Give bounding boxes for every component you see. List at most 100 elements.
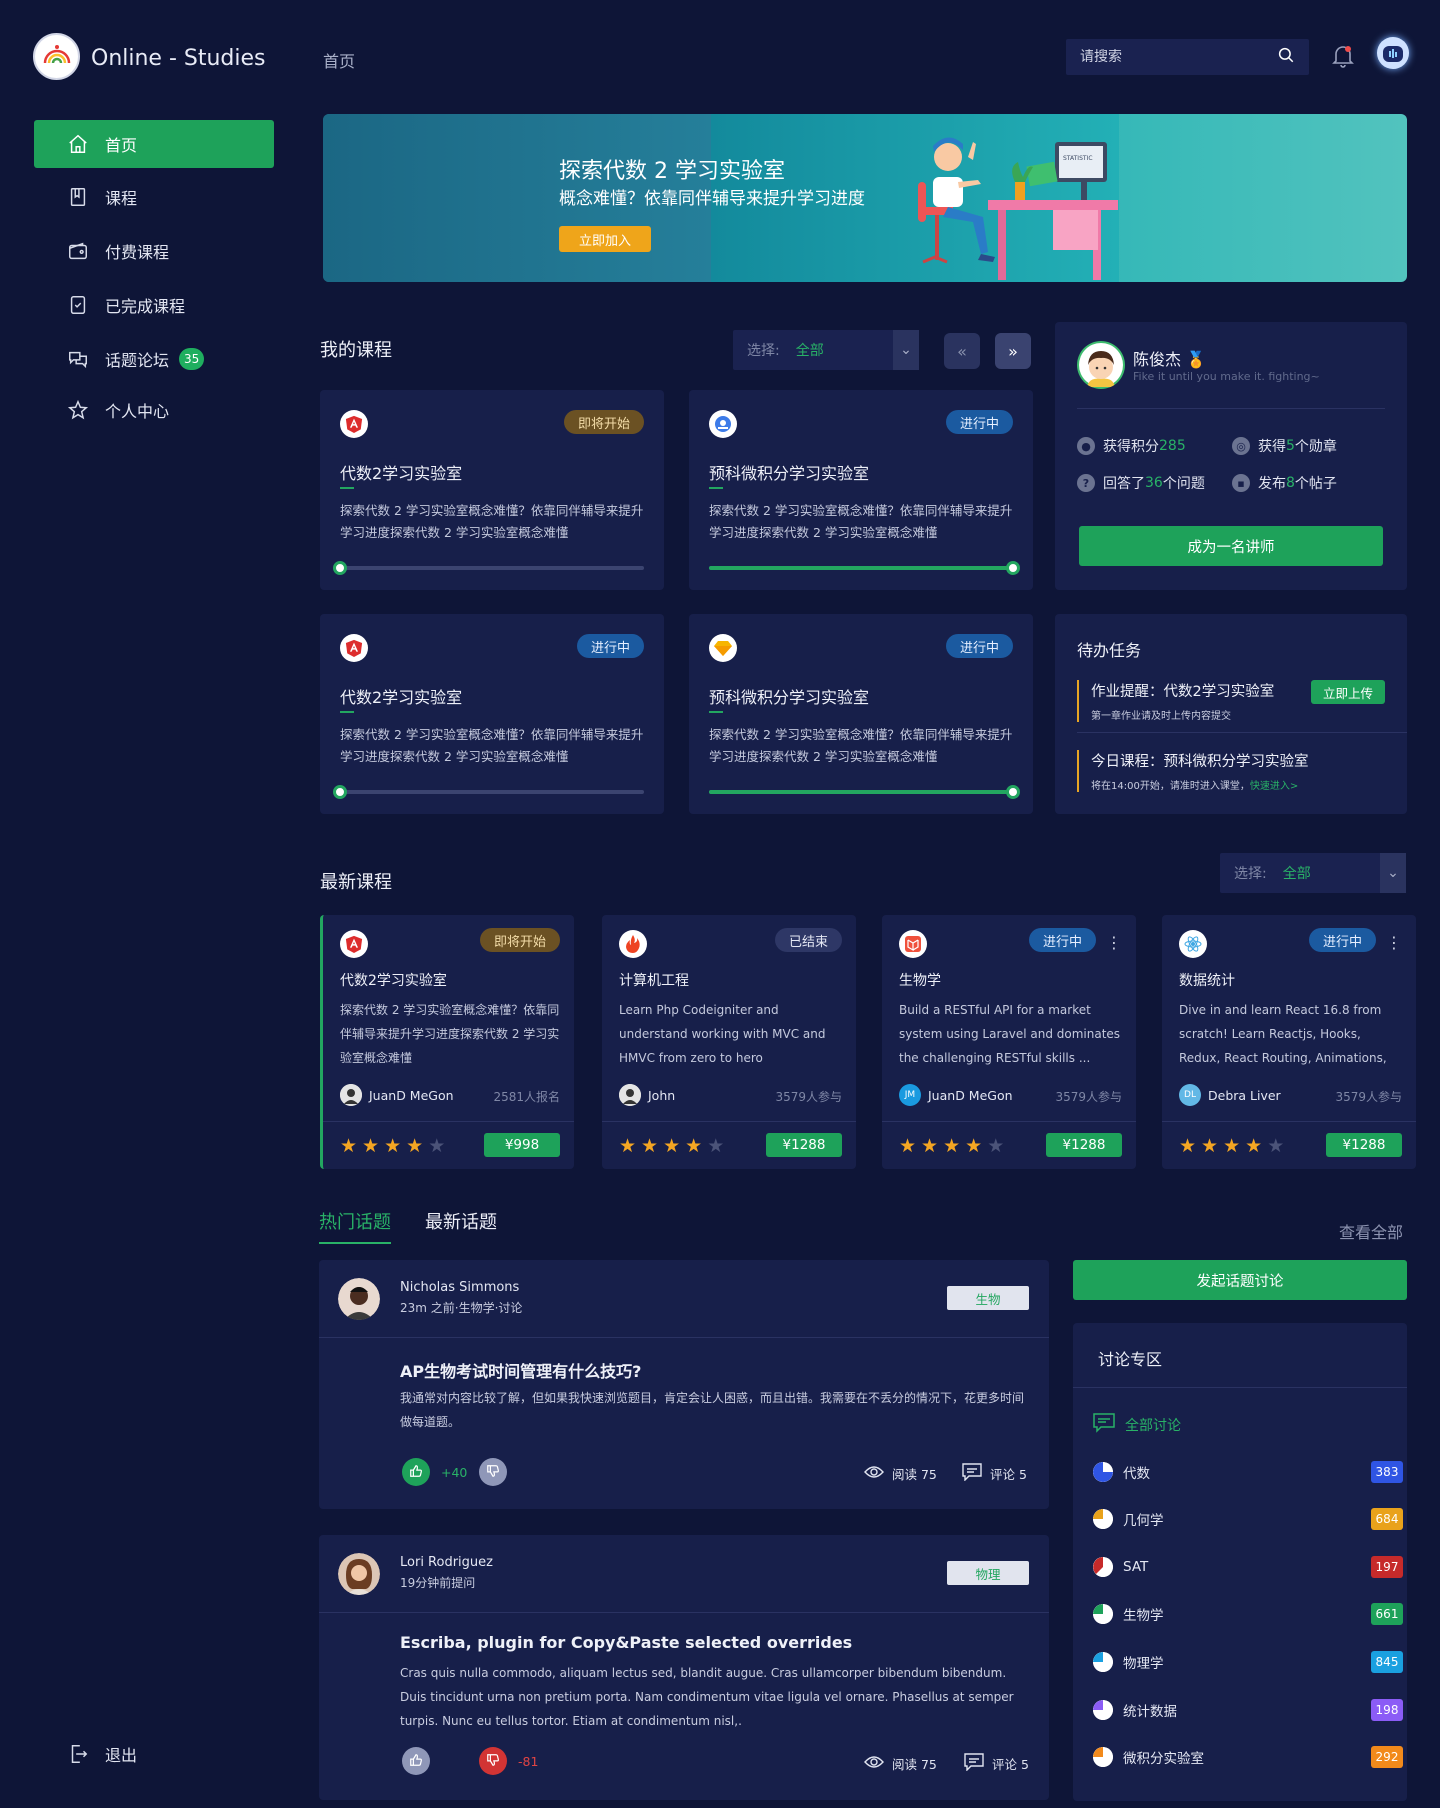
bell-icon[interactable] xyxy=(1332,44,1354,72)
todo-item[interactable]: 作业提醒：代数2学习实验室 第一章作业请及时上传内容提交 xyxy=(1077,680,1274,722)
category-item[interactable]: 微积分实验室 292 xyxy=(1093,1746,1403,1768)
author-name: JuanD MeGon xyxy=(928,1087,1013,1103)
category-item[interactable]: 生物学 661 xyxy=(1093,1603,1403,1625)
chevron-down-icon[interactable]: ⌄ xyxy=(1380,853,1406,893)
new-courses-filter[interactable]: 选择: 全部 ⌄ xyxy=(1220,853,1406,893)
app-logo[interactable] xyxy=(33,33,80,80)
my-courses-filter[interactable]: 选择: 全部 ⌄ xyxy=(733,330,919,370)
post-title[interactable]: Escriba, plugin for Copy&Paste selected … xyxy=(400,1633,852,1652)
topic-post[interactable]: Lori Rodriguez 19分钟前提问 物理 Escriba, plugi… xyxy=(319,1535,1049,1800)
upvote-button[interactable] xyxy=(402,1458,430,1486)
next-page-button[interactable]: » xyxy=(995,333,1031,369)
progress-bar[interactable] xyxy=(709,561,1020,575)
author-avatar[interactable]: DL xyxy=(1179,1084,1201,1106)
downvote-button[interactable] xyxy=(479,1747,507,1775)
posts-value: 8 xyxy=(1286,475,1295,491)
sidebar-item-label: 话题论坛 xyxy=(105,351,170,370)
logout-button[interactable]: 退出 xyxy=(34,1730,274,1778)
join-now-button[interactable]: 立即加入 xyxy=(559,226,651,252)
sidebar-item-paid-courses[interactable]: 付费课程 xyxy=(34,227,274,275)
profile-name: 陈俊杰 xyxy=(1133,350,1182,369)
sidebar-item-label: 付费课程 xyxy=(105,243,170,262)
course-title: 预科微积分学习实验室 xyxy=(709,464,870,483)
chat-icon xyxy=(66,347,90,371)
category-item[interactable]: 统计数据 198 xyxy=(1093,1699,1403,1721)
profile-avatar[interactable] xyxy=(1077,341,1125,389)
search-input[interactable] xyxy=(1080,49,1260,65)
progress-bar[interactable] xyxy=(709,785,1020,799)
filter-value: 全部 xyxy=(795,343,824,359)
sidebar-item-completed[interactable]: 已完成课程 xyxy=(34,281,274,329)
category-item[interactable]: 物理学 845 xyxy=(1093,1651,1403,1673)
comment-count[interactable]: 评论 5 xyxy=(962,1463,1027,1484)
course-card[interactable]: 即将开始 代数2学习实验室 探索代数 2 学习实验室概念难懂？依靠同伴辅导来提升… xyxy=(320,390,664,590)
status-badge: 进行中 xyxy=(576,634,644,658)
my-courses-heading: 我的课程 xyxy=(320,340,392,361)
author-avatar[interactable] xyxy=(338,1553,380,1595)
course-card[interactable]: 进行中 代数2学习实验室 探索代数 2 学习实验室概念难懂？依靠同伴辅导来提升学… xyxy=(320,614,664,814)
course-card[interactable]: 进行中 ⋮ 生物学 Build a RESTful API for a mark… xyxy=(882,915,1136,1169)
price-button[interactable]: ¥1288 xyxy=(766,1133,842,1157)
course-title: 数据统计 xyxy=(1179,973,1235,989)
tab-hot-topics[interactable]: 热门话题 xyxy=(319,1208,391,1244)
sidebar-item-home[interactable]: 首页 xyxy=(34,120,274,168)
angular-icon xyxy=(340,410,368,438)
more-options-icon[interactable]: ⋮ xyxy=(1106,933,1122,952)
downvote-button[interactable] xyxy=(479,1458,507,1486)
upvote-button[interactable] xyxy=(402,1747,430,1775)
thumbs-down-icon xyxy=(486,1463,500,1482)
app-title: Online - Studies xyxy=(91,46,266,71)
chevron-down-icon[interactable]: ⌄ xyxy=(893,330,919,370)
category-item[interactable]: 几何学 684 xyxy=(1093,1508,1403,1530)
progress-bar[interactable] xyxy=(333,785,644,799)
todo-subtitle: 将在14:00开始，请准时进入课堂， xyxy=(1091,781,1250,792)
price-button[interactable]: ¥1288 xyxy=(1046,1133,1122,1157)
search-bar[interactable] xyxy=(1066,39,1309,75)
category-item[interactable]: SAT 197 xyxy=(1093,1556,1403,1578)
author-avatar[interactable] xyxy=(340,1084,362,1106)
topic-post[interactable]: Nicholas Simmons 23m 之前·生物学·讨论 生物 AP生物考试… xyxy=(319,1260,1049,1509)
progress-bar[interactable] xyxy=(333,561,644,575)
tab-latest-topics[interactable]: 最新话题 xyxy=(425,1208,497,1234)
progress-handle[interactable] xyxy=(333,785,347,799)
todo-item[interactable]: 今日课程：预科微积分学习实验室 将在14:00开始，请准时进入课堂，快速进入> xyxy=(1077,750,1309,792)
start-discussion-button[interactable]: 发起话题讨论 xyxy=(1073,1260,1407,1300)
home-icon xyxy=(66,132,90,156)
upload-now-button[interactable]: 立即上传 xyxy=(1311,680,1385,704)
course-card[interactable]: 进行中 ⋮ 数据统计 Dive in and learn React 16.8 … xyxy=(1162,915,1416,1169)
all-discussions-link[interactable]: 全部讨论 xyxy=(1093,1413,1181,1437)
sidebar-item-profile[interactable]: 个人中心 xyxy=(34,386,274,434)
price-button[interactable]: ¥1288 xyxy=(1326,1133,1402,1157)
comment-count[interactable]: 评论 5 xyxy=(964,1753,1029,1774)
prev-page-button[interactable]: « xyxy=(944,333,980,369)
react-icon xyxy=(1179,930,1207,958)
become-lecturer-button[interactable]: 成为一名讲师 xyxy=(1079,526,1383,566)
author-avatar[interactable]: JM xyxy=(899,1084,921,1106)
course-card[interactable]: 进行中 预科微积分学习实验室 探索代数 2 学习实验室概念难懂？依靠同伴辅导来提… xyxy=(689,614,1033,814)
more-options-icon[interactable]: ⋮ xyxy=(1386,933,1402,952)
post-title[interactable]: AP生物考试时间管理有什么技巧? xyxy=(400,1358,641,1382)
category-count: 383 xyxy=(1371,1461,1403,1483)
user-avatar[interactable] xyxy=(1377,37,1409,69)
sidebar-item-forum[interactable]: 话题论坛 35 xyxy=(34,335,274,383)
quick-enter-link[interactable]: 快速进入> xyxy=(1250,781,1298,792)
topic-tag[interactable]: 物理 xyxy=(947,1561,1029,1585)
author-avatar[interactable] xyxy=(619,1084,641,1106)
topic-tag[interactable]: 生物 xyxy=(947,1286,1029,1310)
progress-handle[interactable] xyxy=(1006,561,1020,575)
sidebar-item-courses[interactable]: 课程 xyxy=(34,173,274,221)
course-card[interactable]: 即将开始 代数2学习实验室 探索代数 2 学习实验室概念难懂？依靠同伴辅导来提升… xyxy=(320,915,574,1169)
todo-subtitle: 第一章作业请及时上传内容提交 xyxy=(1091,711,1231,722)
progress-handle[interactable] xyxy=(333,561,347,575)
category-count: 198 xyxy=(1371,1699,1403,1721)
author-avatar[interactable] xyxy=(338,1278,380,1320)
vote-count: -81 xyxy=(518,1754,539,1769)
price-button[interactable]: ¥998 xyxy=(484,1133,560,1157)
category-item[interactable]: 代数 383 xyxy=(1093,1461,1403,1483)
progress-handle[interactable] xyxy=(1006,785,1020,799)
search-icon[interactable] xyxy=(1277,46,1295,68)
course-card[interactable]: 已结束 计算机工程 Learn Php Codeigniter and unde… xyxy=(602,915,856,1169)
breadcrumb[interactable]: 首页 xyxy=(323,48,355,72)
view-all-link[interactable]: 查看全部 xyxy=(1339,1219,1403,1243)
course-card[interactable]: 进行中 预科微积分学习实验室 探索代数 2 学习实验室概念难懂？依靠同伴辅导来提… xyxy=(689,390,1033,590)
